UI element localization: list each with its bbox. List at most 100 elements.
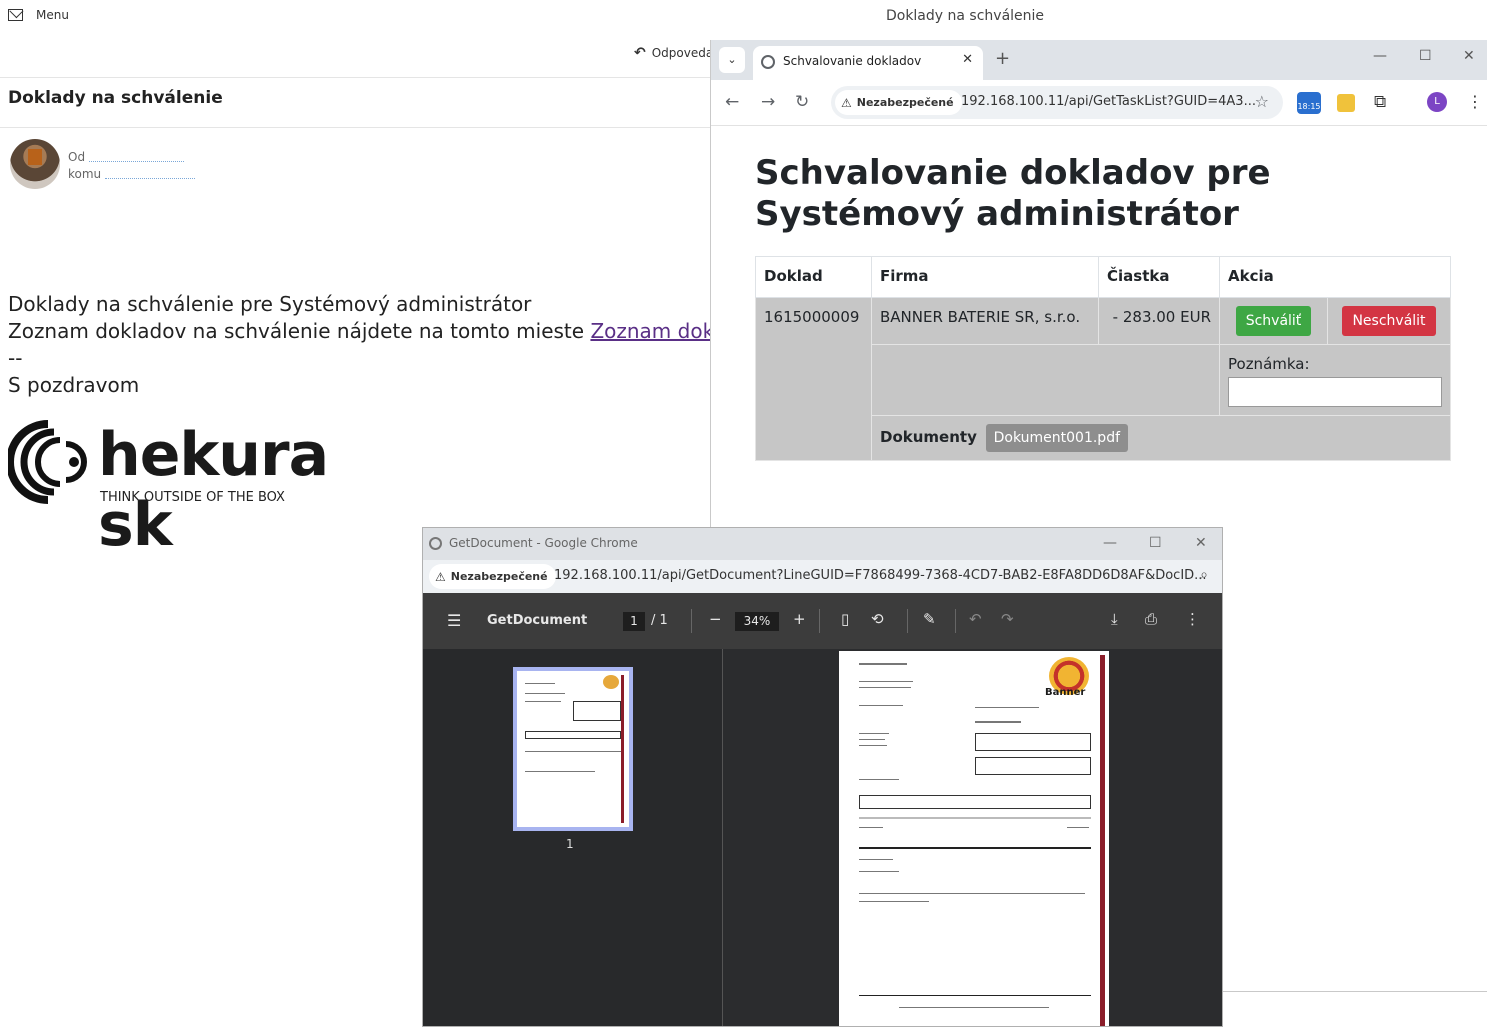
zoom-level-input[interactable]: 34%: [735, 612, 779, 631]
address-bar[interactable]: ⚠ Nezabezpečené 192.168.100.11/api/GetTa…: [831, 86, 1283, 119]
more-options-icon[interactable]: ⋮: [1185, 610, 1200, 628]
logo-mark-icon: [6, 420, 87, 504]
note-label: Poznámka:: [1228, 355, 1310, 373]
browser-menu-icon[interactable]: ⋮: [1467, 92, 1483, 111]
header-akcia: Akcia: [1219, 256, 1451, 298]
close-window-icon[interactable]: ✕: [1463, 48, 1475, 64]
globe-icon: [429, 537, 442, 550]
tab-title: Schvalovanie dokladov: [783, 54, 922, 68]
url-text[interactable]: 192.168.100.11/api/GetTaskList?GUID=4A3.…: [961, 94, 1256, 109]
body-line-2-text: Zoznam dokladov na schválenie nájdete na…: [8, 319, 591, 343]
amount: - 283.00 EUR: [1098, 297, 1220, 345]
minimize-icon[interactable]: —: [1373, 48, 1387, 64]
doc-number: 1615000009: [755, 297, 872, 461]
body-greeting: S pozdravom: [8, 373, 140, 397]
rotate-icon[interactable]: ⟲: [871, 610, 884, 628]
maximize-icon[interactable]: ☐: [1419, 48, 1432, 64]
reply-button[interactable]: ↶ Odpoveda: [634, 45, 713, 61]
security-chip[interactable]: ⚠ Nezabezpečené: [835, 90, 962, 115]
zoom-in-icon[interactable]: +: [793, 610, 806, 628]
pdf-page: Banner: [839, 651, 1109, 1026]
tab-search-button[interactable]: ⌄: [719, 47, 745, 73]
new-tab-icon[interactable]: +: [995, 48, 1010, 69]
company-logo: hekura sk THINK OUTSIDE OF THE BOX: [6, 420, 378, 560]
to-line: komu: [68, 167, 196, 181]
close-window-icon[interactable]: ✕: [1195, 535, 1207, 551]
pdf-viewer: Banner: [724, 649, 1222, 1026]
table-row: 1615000009 BANNER BATERIE SR, s.r.o. - 2…: [755, 297, 1451, 461]
empty-cell: [871, 344, 1220, 416]
pdf-url-text[interactable]: 192.168.100.11/api/GetDocument?LineGUID=…: [554, 568, 1207, 583]
page-total: / 1: [651, 613, 668, 628]
close-tab-icon[interactable]: ✕: [962, 52, 973, 67]
tab-bar: ⌄ Schvalovanie dokladov ✕ + — ☐ ✕: [711, 40, 1487, 80]
body-line-1: Doklady na schválenie pre Systémový admi…: [8, 292, 532, 316]
divider: [0, 127, 710, 128]
maximize-icon[interactable]: ☐: [1149, 535, 1162, 551]
forward-icon[interactable]: →: [761, 92, 775, 112]
document-link[interactable]: Dokument001.pdf: [985, 424, 1129, 452]
task-table: Doklad Firma Čiastka Akcia 1615000009 BA…: [755, 256, 1451, 461]
pdf-window-titlebar: GetDocument - Google Chrome — ☐ ✕: [423, 528, 1222, 560]
chevron-down-icon: ⌄: [727, 53, 737, 66]
mail-top-bar: Menu Doklady na schválenie: [0, 0, 1487, 36]
pdf-address-bar[interactable]: ⚠ Nezabezpečené 192.168.100.11/api/GetDo…: [423, 560, 1222, 593]
avatar[interactable]: [10, 139, 60, 189]
reject-button[interactable]: Neschválit: [1342, 306, 1436, 336]
security-label: Nezabezpečené: [856, 96, 954, 109]
security-label: Nezabezpečené: [450, 570, 548, 583]
tab-schvalovanie[interactable]: Schvalovanie dokladov ✕: [753, 46, 983, 80]
undo-icon[interactable]: ↶: [969, 610, 982, 628]
approve-cell: Schváliť: [1219, 297, 1328, 345]
warning-icon: ⚠: [435, 569, 446, 584]
pdf-thumbnail-sidebar: 1: [423, 649, 723, 1026]
header-ciastka: Čiastka: [1098, 256, 1220, 298]
separator: [907, 609, 908, 633]
page-thumbnail[interactable]: [513, 667, 633, 831]
desktop: Menu Doklady na schválenie ↶ Odpoveda Do…: [0, 0, 1487, 1027]
approve-button[interactable]: Schváliť: [1235, 306, 1312, 336]
pdf-window-title: GetDocument - Google Chrome: [449, 536, 638, 550]
bookmark-star-icon[interactable]: ☆: [1255, 92, 1269, 111]
security-chip[interactable]: ⚠ Nezabezpečené: [429, 564, 556, 589]
from-line: Od: [68, 150, 185, 164]
fit-page-icon[interactable]: ▯: [841, 610, 849, 628]
page-title: Schvalovanie dokladov pre Systémový admi…: [755, 153, 1271, 234]
extensions-puzzle-icon[interactable]: ⧉: [1374, 92, 1386, 112]
profile-avatar[interactable]: L: [1427, 92, 1447, 112]
annotate-icon[interactable]: ✎: [923, 610, 936, 628]
page-number-input[interactable]: 1: [623, 612, 645, 631]
documents-label: Dokumenty: [880, 428, 977, 446]
download-icon[interactable]: ⤓: [1111, 610, 1118, 628]
redacted-sender: [89, 154, 185, 162]
browser-toolbar: ← → ↻ ⚠ Nezabezpečené 192.168.100.11/api…: [711, 80, 1487, 126]
banner-logo-icon: [603, 675, 619, 689]
clock-extension-icon[interactable]: 18:15: [1297, 92, 1321, 114]
mail-icon[interactable]: [8, 9, 23, 21]
warning-icon: ⚠: [841, 95, 852, 110]
documents-cell: Dokumenty Dokument001.pdf: [871, 415, 1451, 461]
hamburger-menu-icon[interactable]: ☰: [447, 611, 461, 630]
reload-icon[interactable]: ↻: [795, 92, 809, 112]
reject-cell: Neschválit: [1327, 297, 1451, 345]
reply-icon: ↶: [634, 45, 646, 61]
redacted-recipient: [105, 171, 196, 179]
note-input[interactable]: [1228, 377, 1442, 407]
thumbnail-page-number: 1: [566, 837, 574, 851]
redo-icon[interactable]: ↷: [1001, 610, 1014, 628]
back-icon[interactable]: ←: [725, 92, 739, 112]
body-separator: --: [8, 346, 23, 370]
pdf-toolbar: ☰ GetDocument 1 / 1 − 34% + ▯ ⟲ ✎ ↶ ↷ ⤓ …: [423, 593, 1222, 649]
menu-label[interactable]: Menu: [36, 8, 69, 22]
zoom-out-icon[interactable]: −: [709, 610, 722, 628]
banner-brand: Banner: [1045, 687, 1086, 698]
document-red-bar: [1100, 655, 1105, 1026]
print-icon[interactable]: ⎙: [1145, 610, 1157, 628]
minimize-icon[interactable]: —: [1103, 535, 1117, 551]
browser-window-pdf: GetDocument - Google Chrome — ☐ ✕ ⚠ Neza…: [422, 527, 1223, 1027]
divider: [0, 77, 710, 78]
header-firma: Firma: [871, 256, 1099, 298]
notes-extension-icon[interactable]: [1337, 94, 1355, 112]
zoom-search-icon[interactable]: ⌕: [1200, 567, 1208, 583]
from-prefix: Od: [68, 150, 86, 164]
